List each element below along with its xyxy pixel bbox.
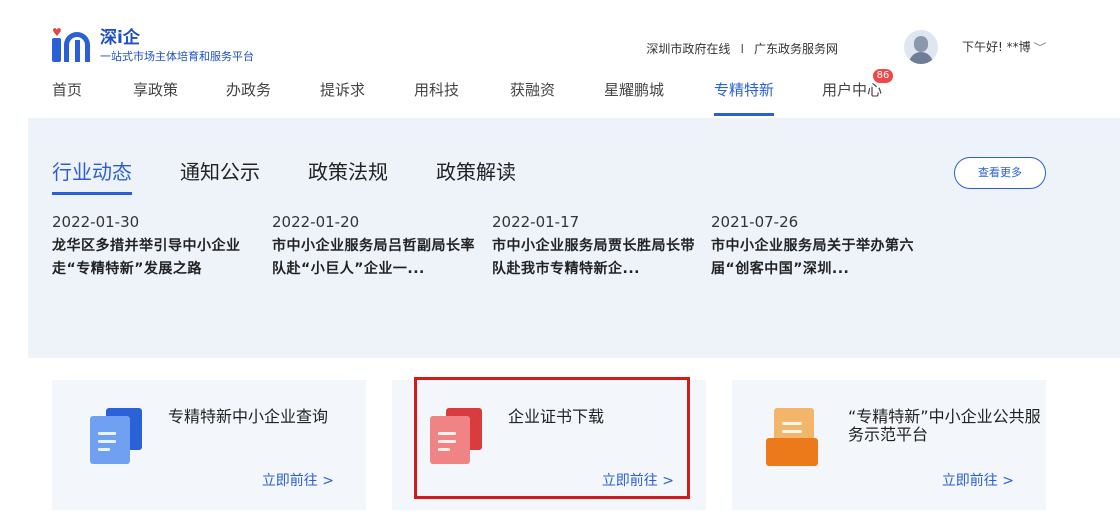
card-sme-query[interactable]: 专精特新中小企业查询 立即前往 > (52, 380, 366, 510)
tab-regulations[interactable]: 政策法规 (308, 156, 388, 185)
news-article[interactable]: 2022-01-30 龙华区多措并举引导中小企业走“专精特新”发展之路 (52, 212, 262, 281)
chevron-down-icon: ﹀ (1033, 43, 1047, 54)
article-title[interactable]: 市中小企业服务局吕哲副局长率队赴“小巨人”企业一... (272, 235, 482, 281)
nav-item-financing[interactable]: 获融资 (510, 80, 555, 118)
go-now-link[interactable]: 立即前往 > (262, 470, 334, 490)
heart-icon: ♥ (52, 26, 62, 39)
article-title[interactable]: 市中小企业服务局关于举办第六届“创客中国”深圳... (711, 235, 921, 281)
nav-item-technology[interactable]: 用科技 (414, 80, 459, 118)
tab-industry-news[interactable]: 行业动态 (52, 156, 132, 195)
nav-item-pengcheng[interactable]: 星耀鹏城 (604, 80, 664, 118)
notification-badge: 86 (873, 69, 893, 83)
card-title: “专精特新”中小企业公共服务示范平台 (848, 407, 1041, 444)
user-greeting[interactable]: 下午好! **博 ﹀ (962, 38, 1047, 55)
article-title[interactable]: 市中小企业服务局贾长胜局长带队赴我市专精特新企... (492, 235, 702, 281)
avatar[interactable] (904, 30, 938, 64)
news-panel: 行业动态 通知公示 政策法规 政策解读 查看更多 2022-01-30 龙华区多… (28, 118, 1120, 358)
card-title: 专精特新中小企业查询 (168, 407, 329, 426)
nav-item-home[interactable]: 首页 (52, 80, 82, 118)
article-date: 2021-07-26 (711, 213, 799, 231)
article-date: 2022-01-20 (272, 213, 360, 231)
news-article[interactable]: 2022-01-20 市中小企业服务局吕哲副局长率队赴“小巨人”企业一... (272, 212, 482, 281)
link-separator: I (740, 41, 744, 56)
tab-policy-interpretation[interactable]: 政策解读 (436, 156, 516, 185)
site-logo[interactable]: ♥ 深i企 一站式市场主体培育和服务平台 (52, 26, 254, 66)
nav-item-policy[interactable]: 享政策 (133, 80, 178, 118)
tab-notices[interactable]: 通知公示 (180, 156, 260, 185)
nav-item-appeal[interactable]: 提诉求 (320, 80, 365, 118)
logo-icon: ♥ (52, 26, 92, 66)
greeting-text: 下午好! **博 (962, 40, 1031, 54)
main-nav: 首页 享政策 办政务 提诉求 用科技 获融资 星耀鹏城 专精特新 用户中心 (52, 80, 1120, 118)
document-icon (90, 408, 146, 468)
view-more-button[interactable]: 查看更多 (954, 157, 1046, 189)
go-now-link[interactable]: 立即前往 > (942, 470, 1014, 490)
article-date: 2022-01-17 (492, 213, 580, 231)
top-links: 深圳市政府在线 I 广东政务服务网 (646, 40, 838, 57)
news-article[interactable]: 2021-07-26 市中小企业服务局关于举办第六届“创客中国”深圳... (711, 212, 921, 281)
article-date: 2022-01-30 (52, 213, 140, 231)
link-guangdong-service[interactable]: 广东政务服务网 (754, 40, 838, 57)
logo-title: 深i企 (100, 28, 140, 48)
nav-item-government[interactable]: 办政务 (226, 80, 271, 118)
card-service-platform[interactable]: “专精特新”中小企业公共服务示范平台 立即前往 > (732, 380, 1046, 510)
news-article[interactable]: 2022-01-17 市中小企业服务局贾长胜局长带队赴我市专精特新企... (492, 212, 702, 281)
header: ♥ 深i企 一站式市场主体培育和服务平台 深圳市政府在线 I 广东政务服务网 下… (0, 0, 1120, 118)
nav-item-user-center[interactable]: 用户中心 (822, 80, 882, 118)
platform-icon (766, 408, 826, 468)
article-title[interactable]: 龙华区多措并举引导中小企业走“专精特新”发展之路 (52, 235, 262, 281)
highlight-box (414, 377, 690, 499)
nav-item-specialized[interactable]: 专精特新 (714, 80, 775, 118)
link-shenzhen-gov[interactable]: 深圳市政府在线 (646, 40, 730, 57)
logo-subtitle: 一站式市场主体培育和服务平台 (100, 50, 254, 63)
